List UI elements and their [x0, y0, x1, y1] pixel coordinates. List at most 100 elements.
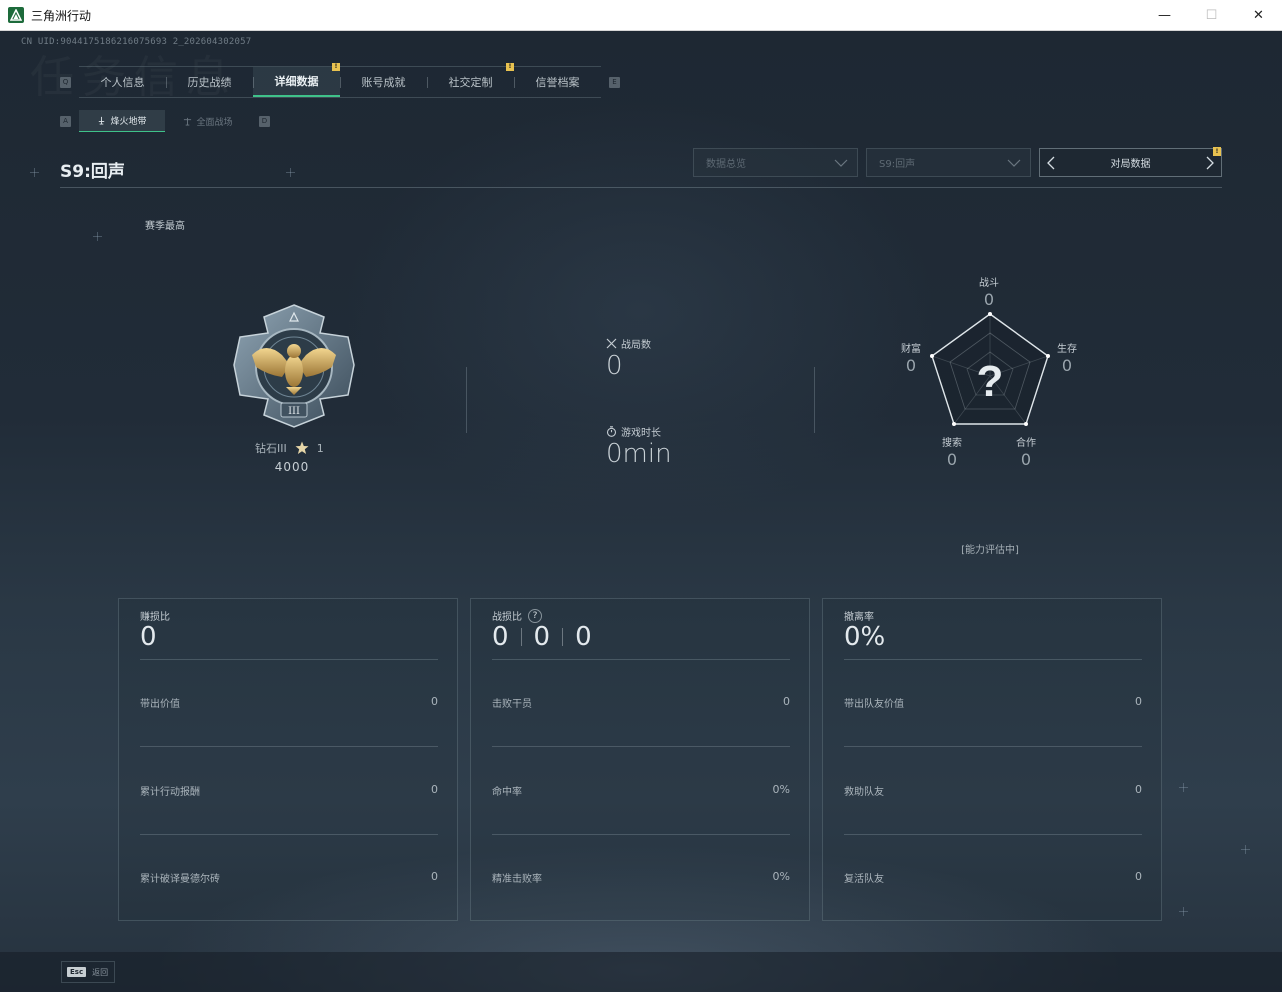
- chevron-down-icon: [1007, 159, 1021, 167]
- stat-label: 累计行动报酬: [140, 787, 200, 798]
- close-button[interactable]: ✕: [1235, 0, 1282, 31]
- tab-label: 信誉档案: [535, 76, 580, 89]
- tab-match-history[interactable]: 历史战绩: [166, 67, 253, 97]
- dropdown-value: S9:回声: [879, 159, 916, 170]
- decor-cross: [1179, 907, 1188, 916]
- stat-label: 带出价值: [140, 699, 180, 710]
- subtab-full-battlefield[interactable]: 全面战场: [165, 110, 251, 132]
- tab-prev-key-hint[interactable]: Q: [60, 76, 71, 88]
- back-button[interactable]: Esc 返回: [61, 961, 115, 983]
- extract-title-text: 撤离率: [844, 612, 874, 623]
- stat-value: 0%: [772, 783, 790, 796]
- decor-cross: [93, 232, 102, 241]
- stat-label: 精准击败率: [492, 874, 542, 885]
- footer-bar: Esc 返回: [0, 952, 1282, 992]
- play-time-value: 0min: [606, 439, 672, 469]
- stat-row: 累计破译曼德尔砖 0: [140, 870, 438, 885]
- stat-row: 累计行动报酬 0: [140, 783, 438, 798]
- window-title: 三角洲行动: [31, 8, 92, 23]
- stat-row: 带出价值 0: [140, 695, 438, 710]
- app-logo-icon: [8, 7, 24, 23]
- match-data-label: 对局数据: [1110, 159, 1151, 170]
- kd-values: 0 0 0: [492, 622, 592, 652]
- divider: [844, 834, 1142, 835]
- game-viewport: 任务信息 CN UID:9044175186216075693 2_202604…: [0, 31, 1282, 992]
- rank-score: 4000: [274, 460, 310, 474]
- stat-row: 救助队友 0: [844, 783, 1142, 798]
- tab-detailed-data[interactable]: 详细数据!: [253, 63, 340, 97]
- esc-key-hint: Esc: [67, 967, 87, 977]
- maximize-button[interactable]: ☐: [1188, 0, 1235, 31]
- stat-value: 0: [431, 695, 438, 708]
- player-uid: CN UID:9044175186216075693 2_20260430205…: [21, 37, 252, 47]
- kd-title: 战损比 ?: [492, 608, 542, 623]
- divider: [140, 746, 438, 747]
- tab-label: 详细数据: [274, 75, 319, 88]
- extract-value: 0%: [844, 622, 886, 652]
- chevron-left-icon[interactable]: [1044, 155, 1058, 171]
- divider: [814, 367, 815, 433]
- season-best-label: 赛季最高: [145, 221, 185, 232]
- sub-tab-bar: A 烽火地带 全面战场 D: [60, 109, 270, 133]
- stat-row: 击败干员 0: [492, 695, 790, 710]
- stat-value: 0: [431, 870, 438, 883]
- divider: [140, 834, 438, 835]
- battle-count-label: 战局数: [606, 336, 651, 351]
- subtab-hazard-zone[interactable]: 烽火地带: [79, 110, 165, 132]
- tab-label: 社交定制: [448, 76, 493, 89]
- tab-personal-info[interactable]: 个人信息: [79, 67, 166, 97]
- divider: [844, 659, 1142, 660]
- subtab-next-key-hint[interactable]: D: [259, 115, 270, 127]
- match-data-switcher[interactable]: 对局数据 !: [1039, 147, 1222, 177]
- stat-row: 精准击败率 0%: [492, 870, 790, 885]
- data-overview-dropdown[interactable]: 数据总览: [693, 148, 858, 177]
- divider: [466, 367, 467, 433]
- radar-cooperation-value: 0: [1020, 450, 1032, 469]
- divider: [140, 659, 438, 660]
- header-divider: [60, 187, 1222, 188]
- radar-combat-value: 0: [983, 290, 995, 309]
- subtab-label: 烽火地带: [110, 117, 147, 127]
- stat-label: 带出队友价值: [844, 699, 904, 710]
- tab-credit-file[interactable]: 信誉档案: [514, 67, 601, 97]
- back-label: 返回: [92, 967, 109, 977]
- battle-count-value: 0: [606, 351, 623, 381]
- divider: [492, 746, 790, 747]
- tab-achievements[interactable]: 账号成就: [340, 67, 427, 97]
- subtab-label: 全面战场: [196, 117, 233, 128]
- tab-social-custom[interactable]: 社交定制!: [427, 63, 514, 97]
- stat-row: 复活队友 0: [844, 870, 1142, 885]
- stat-value: 0: [1135, 695, 1142, 708]
- minimize-button[interactable]: —: [1141, 0, 1188, 31]
- decor-cross: [1241, 845, 1250, 854]
- chevron-down-icon: [834, 159, 848, 167]
- stat-row: 命中率 0%: [492, 783, 790, 798]
- divider: [844, 746, 1142, 747]
- battle-count-text: 战局数: [621, 340, 651, 351]
- profit-title: 赚损比: [140, 608, 170, 623]
- divider: [520, 628, 522, 646]
- stat-label: 命中率: [492, 787, 522, 798]
- radar-unknown-mark: ?: [977, 357, 1004, 406]
- radar-combat-label: 战斗: [979, 278, 999, 289]
- season-dropdown[interactable]: S9:回声: [866, 148, 1031, 177]
- decor-cross: [1179, 783, 1188, 792]
- notice-badge: !: [506, 63, 514, 71]
- rank-info: 钻石III 1: [255, 440, 324, 456]
- decor-cross: [30, 168, 39, 177]
- extract-panel: 撤离率 0% 带出队友价值 0 救助队友 0 复活队友 0: [822, 598, 1162, 921]
- stat-value: 0: [1135, 783, 1142, 796]
- svg-text:III: III: [288, 406, 300, 417]
- battlefield-icon: [184, 117, 192, 126]
- stat-label: 救助队友: [844, 787, 884, 798]
- profit-title-text: 赚损比: [140, 612, 170, 623]
- notice-badge: !: [1213, 147, 1221, 156]
- subtab-prev-key-hint[interactable]: A: [60, 115, 71, 127]
- tab-next-key-hint[interactable]: E: [609, 76, 620, 88]
- star-icon: [295, 441, 309, 454]
- kd-panel: 战损比 ? 0 0 0 击败干员 0 命中率 0% 精准击败率 0%: [470, 598, 810, 921]
- play-time-label: 游戏时长: [606, 424, 661, 439]
- chevron-right-icon[interactable]: [1203, 155, 1217, 171]
- divider: [562, 628, 564, 646]
- help-icon[interactable]: ?: [528, 608, 542, 623]
